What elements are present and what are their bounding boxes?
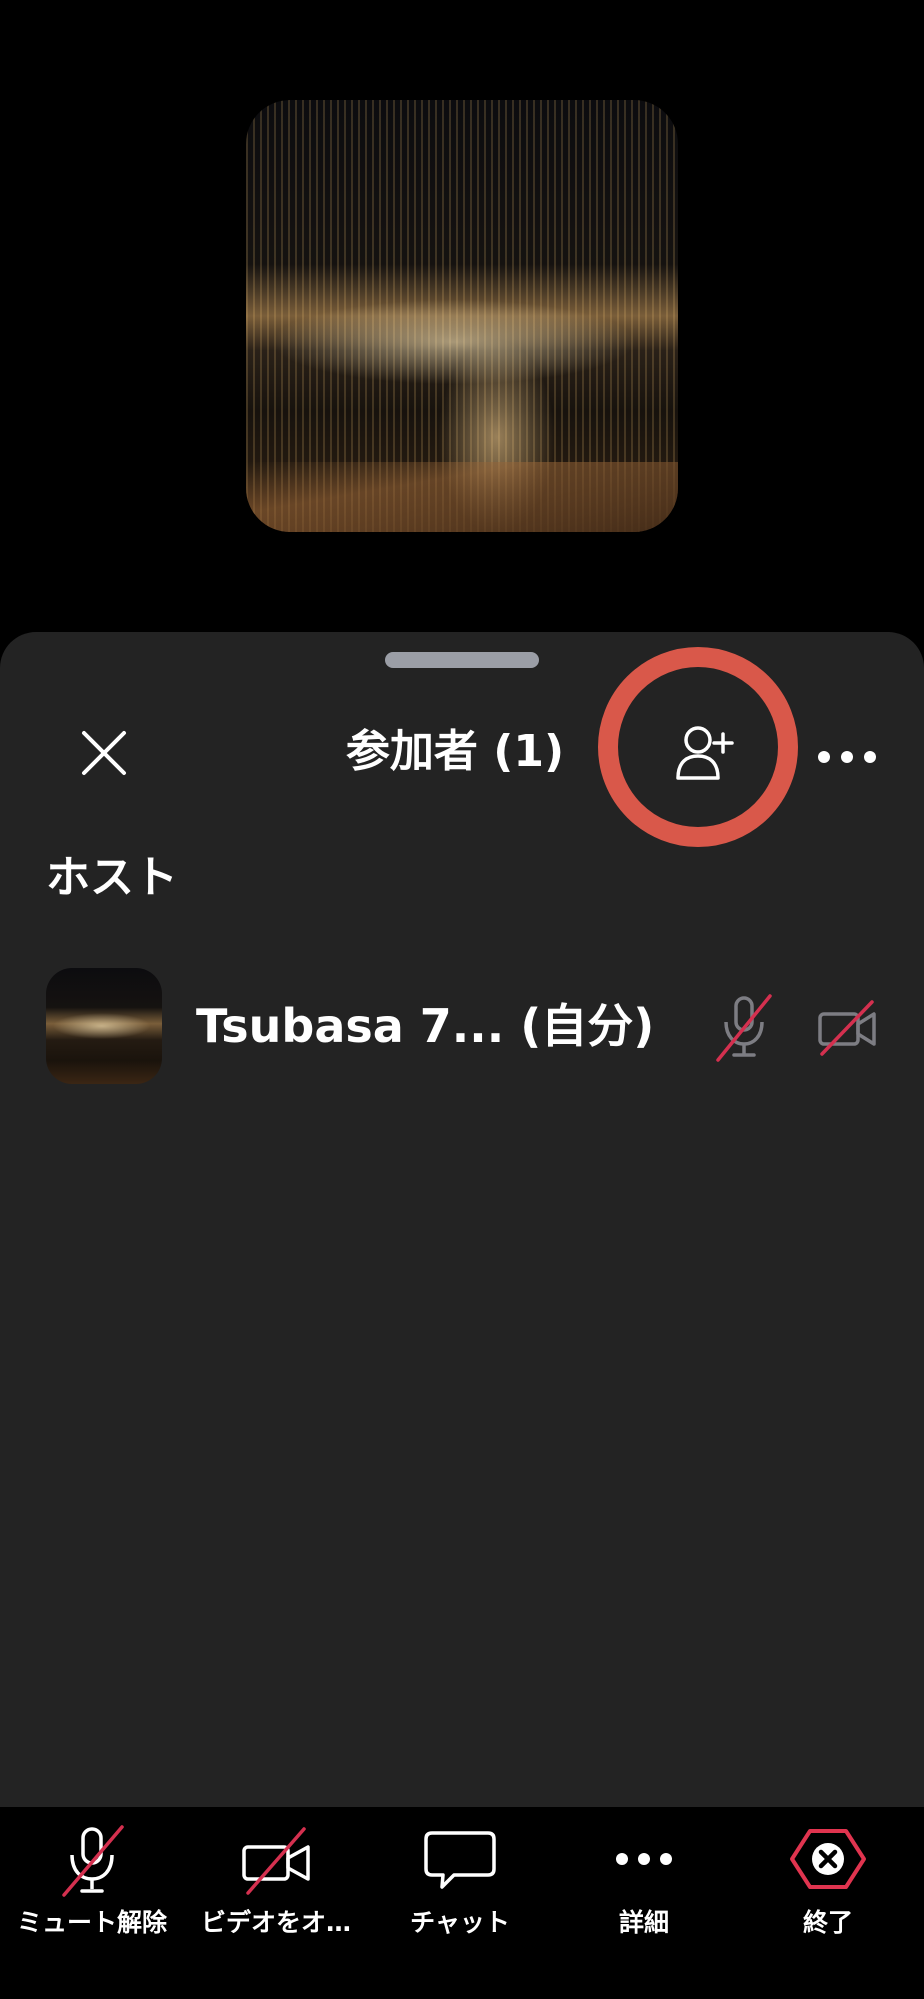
participant-row[interactable]: Tsubasa 7... (自分) [0, 962, 924, 1090]
sheet-grabber[interactable] [385, 652, 539, 668]
end-meeting-label: 終了 [802, 1908, 853, 1937]
details-button[interactable]: 詳細 [552, 1807, 736, 1999]
close-icon [82, 731, 126, 775]
mic-muted-icon [716, 994, 772, 1062]
unmute-label: ミュート解除 [16, 1908, 167, 1937]
video-thumbnail [246, 100, 678, 532]
unmute-button[interactable]: ミュート解除 [0, 1807, 184, 1999]
participants-sheet: 参加者 (1) ホスト Tsubasa 7... (自分) [0, 632, 924, 1807]
camera-off-icon [242, 1827, 310, 1895]
more-dots-icon [616, 1853, 672, 1865]
more-options-button[interactable] [814, 722, 880, 792]
section-host-label: ホスト [46, 852, 178, 903]
add-participant-button[interactable] [672, 720, 738, 786]
participant-name: Tsubasa 7... (自分) [196, 999, 655, 1053]
details-label: 詳細 [618, 1908, 669, 1937]
participant-mic-status [712, 992, 776, 1064]
chat-button[interactable]: チャット [368, 1807, 552, 1999]
avatar [46, 968, 162, 1084]
meeting-toolbar: ミュート解除 ビデオをオ… チャット 詳細 終了 [0, 1807, 924, 1999]
chat-label: チャット [410, 1908, 510, 1937]
more-dots-icon [818, 751, 876, 763]
end-meeting-icon [790, 1829, 866, 1889]
sheet-title: 参加者 (1) [345, 726, 565, 777]
chat-bubble-icon [424, 1831, 496, 1889]
add-person-icon [676, 726, 734, 780]
video-toggle-button[interactable]: ビデオをオ… [184, 1807, 368, 1999]
end-meeting-button[interactable]: 終了 [736, 1807, 920, 1999]
close-button[interactable] [78, 727, 130, 779]
mic-muted-icon [62, 1825, 124, 1897]
camera-off-icon [818, 1000, 876, 1056]
video-toggle-label: ビデオをオ… [200, 1908, 351, 1937]
video-thumbnail-ledge [246, 462, 678, 532]
participant-camera-status [816, 996, 880, 1060]
